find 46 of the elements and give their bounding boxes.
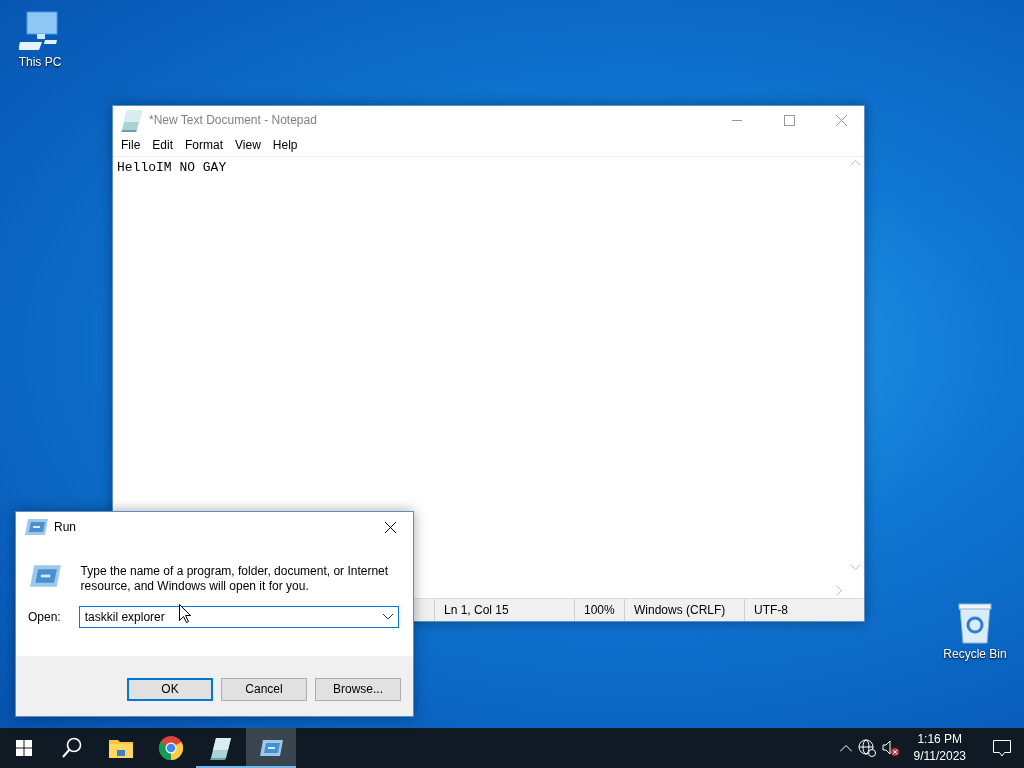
run-icon xyxy=(24,518,48,536)
recycle-bin-icon[interactable] xyxy=(957,602,993,644)
status-text: UTF-8 xyxy=(754,603,788,617)
clock-date[interactable]: 9/11/2023 xyxy=(913,748,966,765)
notepad-icon xyxy=(210,736,232,760)
chevron-up-icon[interactable] xyxy=(839,744,852,752)
status-text: 100% xyxy=(584,603,615,617)
minimize-icon xyxy=(732,119,742,121)
status-text: Windows (CRLF) xyxy=(634,603,726,617)
menu-item[interactable]: Help xyxy=(266,138,304,152)
clock-time[interactable]: 1:16 PM xyxy=(913,731,966,748)
dropdown-icon[interactable] xyxy=(383,614,393,620)
close-icon xyxy=(835,114,847,126)
windows-logo-icon xyxy=(16,740,32,756)
dialog-button[interactable]: Browse... xyxy=(315,677,401,701)
run-icon xyxy=(28,564,62,588)
open-field[interactable]: taskkil explorer xyxy=(78,606,399,628)
pointer-icon xyxy=(178,604,191,623)
notification-icon xyxy=(993,739,1011,757)
globe-icon[interactable] xyxy=(857,739,876,757)
dialog-button[interactable]: Cancel xyxy=(221,677,307,701)
scroll-right-icon xyxy=(837,585,842,595)
scroll-down-icon xyxy=(851,565,860,570)
status-text: Ln 1, Col 15 xyxy=(444,603,509,617)
computer-icon[interactable] xyxy=(19,10,61,52)
scroll-up-icon xyxy=(851,160,860,165)
dialog-button[interactable]: OK xyxy=(127,677,213,701)
document-text: HelloIM NO GAY xyxy=(117,160,227,175)
notepad-icon xyxy=(121,108,143,132)
run-icon xyxy=(259,739,283,757)
instruction-text: Type the name of a program, folder, document, or Internet resource, and Windows will open it for you. xyxy=(80,564,390,594)
desktop-icon-label[interactable]: This PC xyxy=(18,55,62,69)
folder-icon xyxy=(109,738,133,758)
window-title: Run xyxy=(54,520,77,534)
menu-item[interactable]: Edit xyxy=(146,138,180,152)
maximize-icon xyxy=(783,114,795,126)
menu-item[interactable]: Format xyxy=(179,138,230,152)
desktop-icon-label[interactable]: Recycle Bin xyxy=(943,647,1007,661)
browser-icon xyxy=(159,736,183,760)
menu-item[interactable]: File xyxy=(115,138,147,152)
open-label: Open: xyxy=(28,610,61,624)
close-icon xyxy=(384,521,396,533)
window-title: *New Text Document - Notepad xyxy=(149,113,318,127)
menu-item[interactable]: View xyxy=(229,138,267,152)
search-icon xyxy=(62,737,82,759)
speaker-muted-icon[interactable] xyxy=(881,739,900,757)
